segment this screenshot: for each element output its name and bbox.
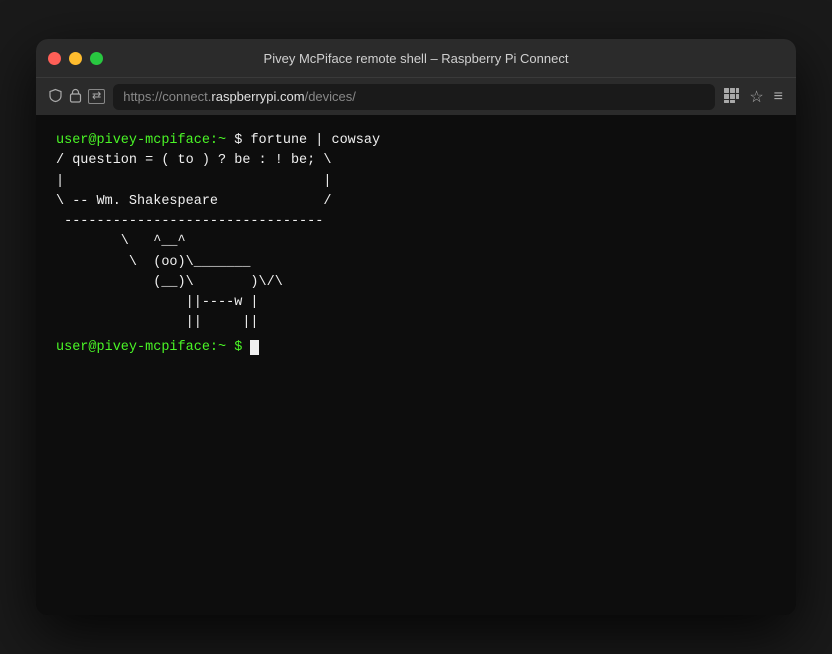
url-bar[interactable]: https://connect.raspberrypi.com/devices/ — [113, 84, 715, 110]
traffic-lights — [48, 52, 103, 65]
maximize-button[interactable] — [90, 52, 103, 65]
close-button[interactable] — [48, 52, 61, 65]
url-prefix: https://connect. — [123, 89, 211, 104]
cursor — [250, 340, 259, 355]
shield-icon — [48, 88, 63, 106]
lock-icon — [69, 88, 82, 106]
security-icons: ⇄ — [48, 88, 105, 106]
addressbar: ⇄ https://connect.raspberrypi.com/device… — [36, 77, 796, 115]
prompt-1: user@pivey-mcpiface:~ — [56, 133, 226, 148]
apps-icon[interactable] — [723, 87, 739, 106]
menu-icon[interactable]: ≡ — [774, 88, 784, 106]
terminal-line-1: user@pivey-mcpiface:~ $ fortune | cowsay — [56, 131, 776, 151]
url-suffix: /devices/ — [305, 89, 356, 104]
command-1: $ fortune | cowsay — [234, 133, 380, 148]
minimize-button[interactable] — [69, 52, 82, 65]
toolbar-right: ☆ ≡ — [723, 87, 784, 107]
titlebar: Pivey McPiface remote shell – Raspberry … — [36, 39, 796, 77]
cowsay-output: / question = ( to ) ? be : ! be; \ | | \… — [56, 151, 776, 333]
redirect-icon: ⇄ — [88, 89, 105, 104]
window-title: Pivey McPiface remote shell – Raspberry … — [264, 51, 569, 66]
browser-window: Pivey McPiface remote shell – Raspberry … — [36, 39, 796, 615]
terminal-area[interactable]: user@pivey-mcpiface:~ $ fortune | cowsay… — [36, 115, 796, 615]
bookmark-icon[interactable]: ☆ — [749, 87, 763, 107]
prompt-2: user@pivey-mcpiface:~ — [56, 340, 226, 355]
prompt-separator-3 — [242, 340, 250, 355]
url-domain: raspberrypi.com — [211, 89, 304, 104]
terminal-line-2: user@pivey-mcpiface:~ $ — [56, 338, 776, 358]
